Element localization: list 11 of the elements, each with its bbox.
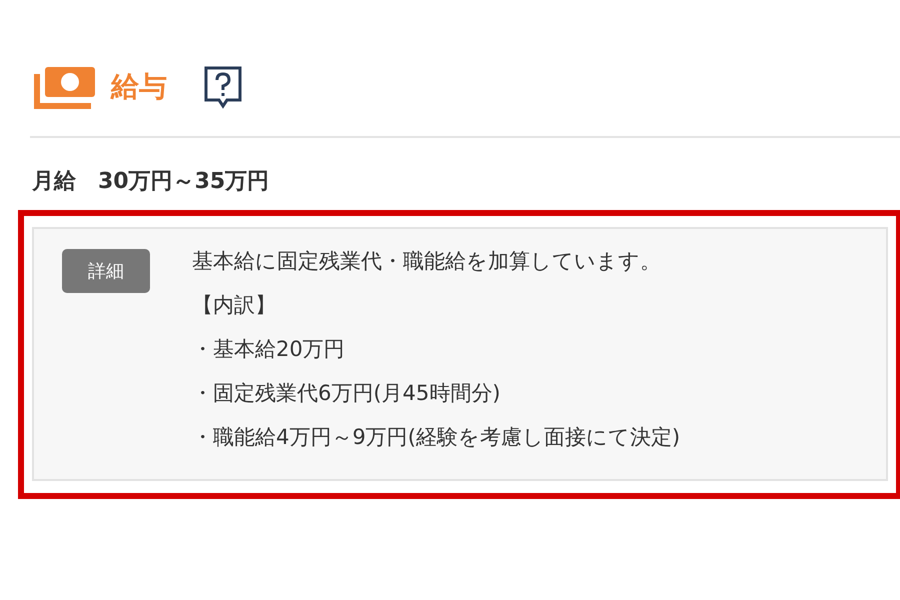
detail-line: 【内訳】 bbox=[192, 292, 277, 319]
detail-line: ・職能給4万円～9万円(経験を考慮し面接にて決定) bbox=[192, 424, 680, 451]
help-icon[interactable] bbox=[203, 65, 243, 109]
detail-line: 基本給に固定残業代・職能給を加算しています。 bbox=[192, 248, 662, 275]
detail-line: ・基本給20万円 bbox=[192, 336, 346, 363]
section-title: 給与 bbox=[111, 69, 167, 105]
salary-label: 月給 bbox=[32, 168, 76, 196]
detail-line: ・固定残業代6万円(月45時間分) bbox=[192, 380, 502, 407]
money-icon bbox=[33, 64, 97, 110]
salary-value: 30万円～35万円 bbox=[98, 168, 270, 196]
details-badge: 詳細 bbox=[62, 249, 150, 293]
